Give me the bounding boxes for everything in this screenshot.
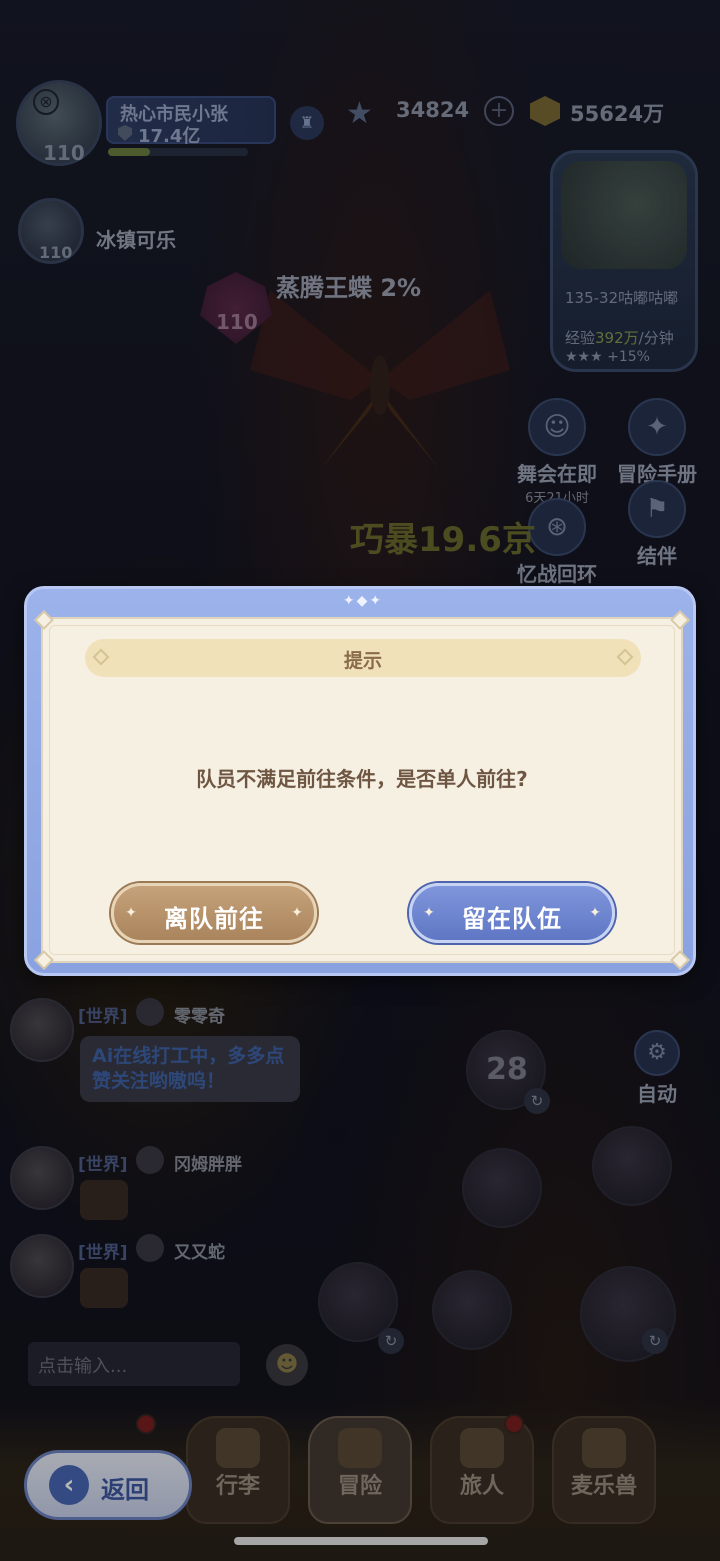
- leave-team-button[interactable]: ✦ 离队前往 ✦: [111, 883, 317, 943]
- corner-ornament: [670, 610, 690, 630]
- sparkle-icon: ✦: [589, 905, 601, 921]
- dialog-title: 提示: [343, 650, 382, 672]
- dialog-header: 提示: [85, 639, 641, 677]
- corner-ornament: [34, 610, 54, 630]
- ornament-icon: ✦◆✦: [342, 593, 384, 609]
- stay-in-team-button[interactable]: ✦ 留在队伍 ✦: [409, 883, 615, 943]
- corner-ornament: [34, 950, 54, 970]
- dialog-message: 队员不满足前往条件，是否单人前往?: [196, 767, 528, 791]
- corner-ornament: [670, 950, 690, 970]
- dialog-body: 提示 队员不满足前往条件，是否单人前往? ✦ 离队前往 ✦ ✦ 留在队伍 ✦: [34, 610, 690, 970]
- confirm-dialog: ✦◆✦ 提示 队员不满足前往条件，是否单人前往? ✦ 离队前往 ✦ ✦ 留在队伍…: [24, 586, 696, 976]
- sparkle-icon: ✦: [291, 905, 303, 921]
